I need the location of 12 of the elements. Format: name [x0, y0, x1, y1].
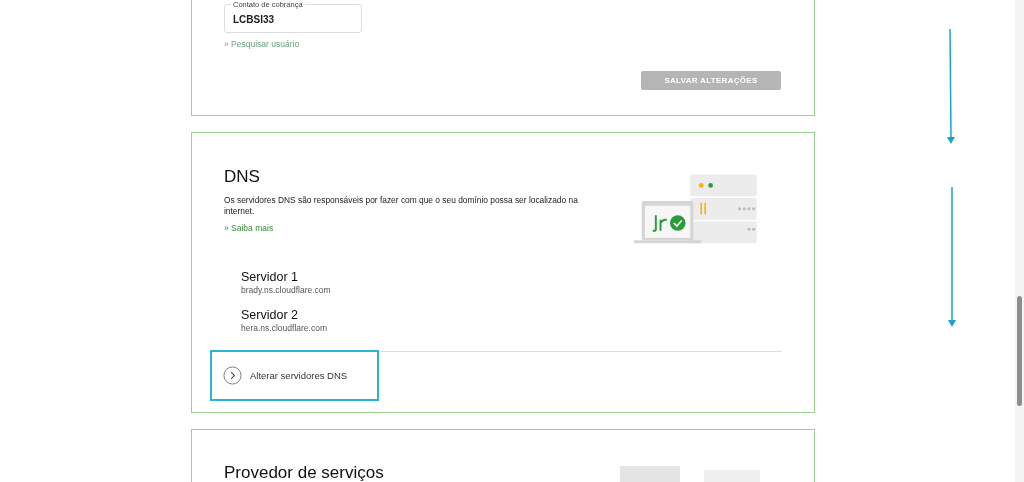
- change-dns-servers-button[interactable]: Alterar servidores DNS: [210, 350, 379, 401]
- section-title: Provedor de serviços: [224, 463, 384, 482]
- learn-more-link[interactable]: » Saiba mais: [224, 223, 274, 233]
- server-host: brady.ns.cloudflare.com: [241, 285, 332, 295]
- scrollbar[interactable]: [1015, 0, 1024, 482]
- chevron-right-icon: [223, 366, 242, 385]
- description-text: Os servidores DNS são responsáveis por fazer com que o seu domínio possa ser localizado na internet.: [224, 195, 579, 217]
- server-name: Servidor 2: [241, 308, 299, 322]
- search-user-link[interactable]: » Pesquisar usuário: [224, 39, 300, 49]
- section-title: DNS: [224, 167, 261, 187]
- server-name: Servidor 1: [241, 270, 299, 284]
- server-host: hera.ns.cloudflare.com: [241, 323, 328, 333]
